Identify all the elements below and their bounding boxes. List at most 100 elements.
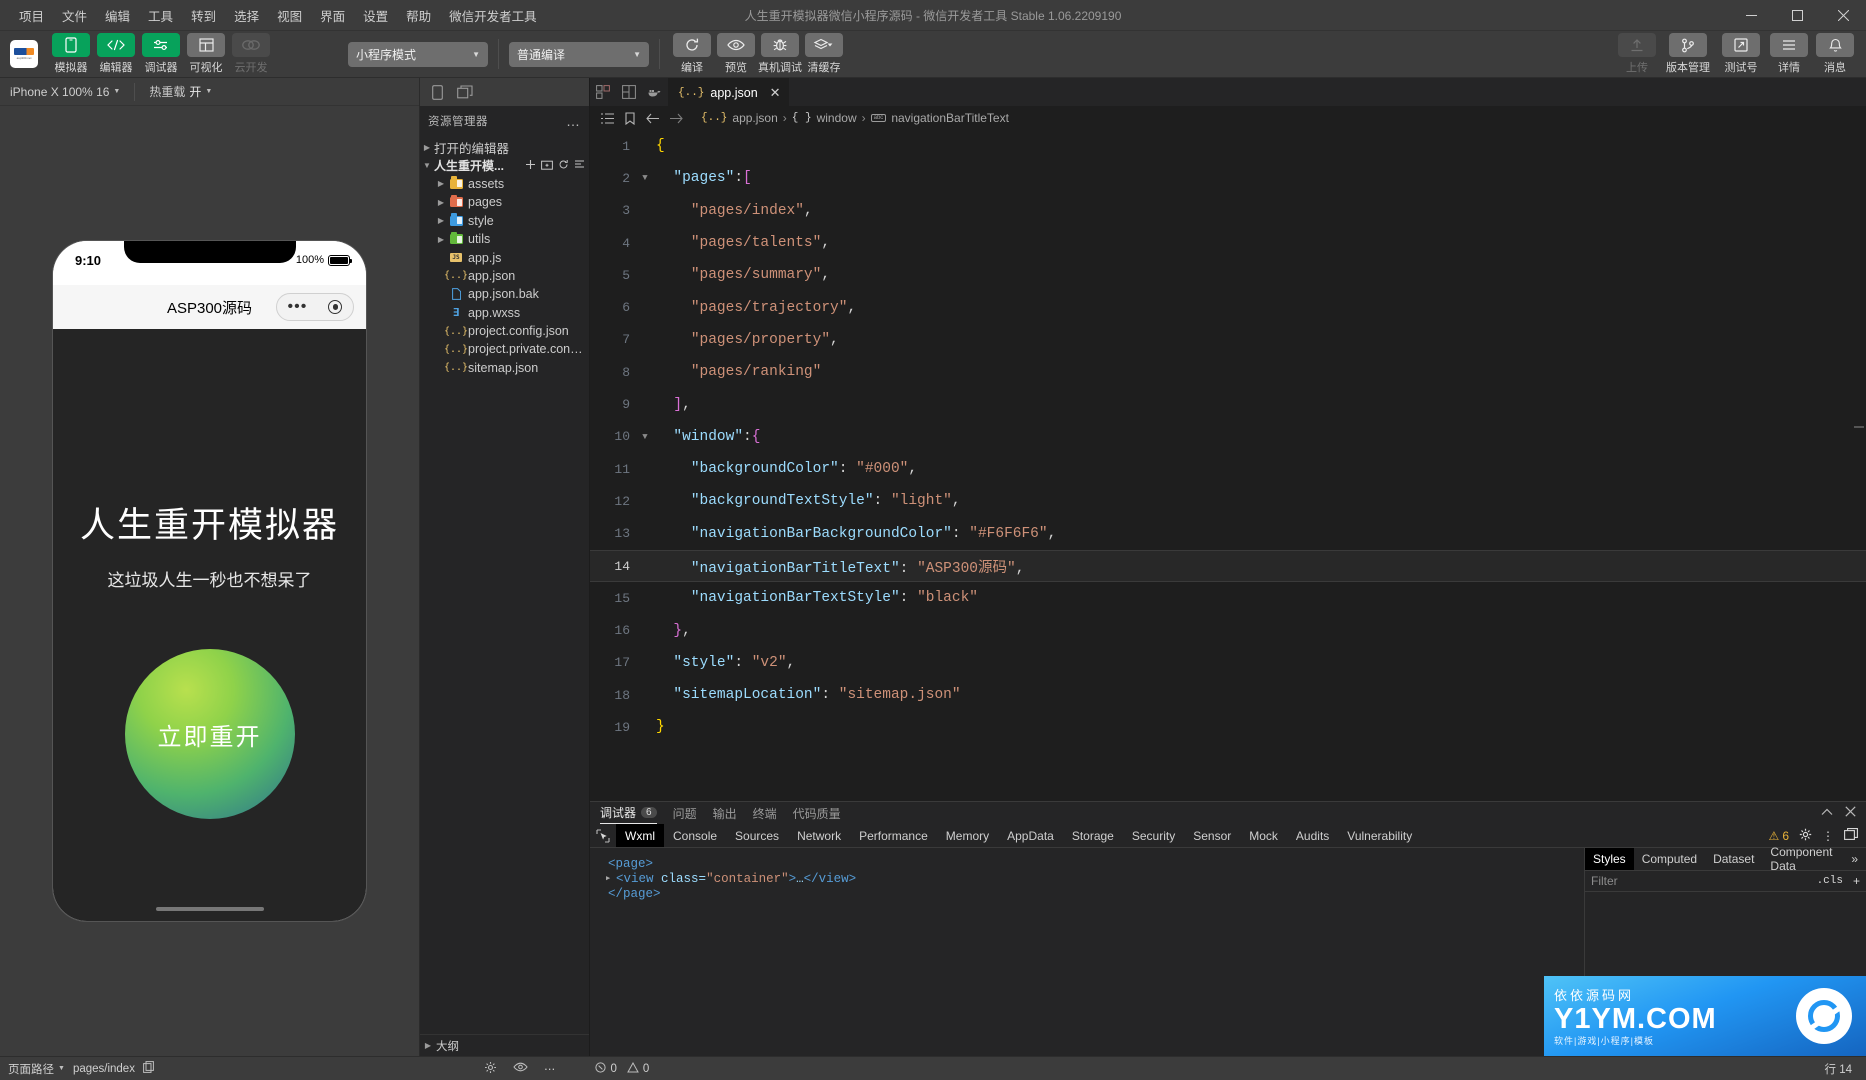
- add-style-rule-icon[interactable]: +: [1853, 874, 1860, 888]
- devtools-tab-mock[interactable]: Mock: [1240, 824, 1287, 847]
- code-line[interactable]: 17 "style": "v2",: [590, 647, 1866, 679]
- outline-list-icon[interactable]: [598, 112, 616, 124]
- devtools-tab-security[interactable]: Security: [1123, 824, 1184, 847]
- devtools-tab-sensor[interactable]: Sensor: [1184, 824, 1240, 847]
- styles-tab-component-data[interactable]: Component Data: [1762, 845, 1843, 873]
- status-more-icon[interactable]: ⋯: [544, 1062, 556, 1076]
- collapse-panel-icon[interactable]: [1821, 806, 1833, 820]
- code-line[interactable]: 5 "pages/summary",: [590, 259, 1866, 291]
- breadcrumb-item-property[interactable]: navigationBarTitleText: [891, 111, 1009, 125]
- toggle-editor-button[interactable]: 编辑器: [95, 33, 137, 75]
- code-line[interactable]: 2 ▼ "pages":[: [590, 162, 1866, 194]
- wxml-node[interactable]: ▶ <view class="container">…</view>: [598, 871, 1584, 886]
- menu-item-help[interactable]: 帮助: [397, 2, 440, 29]
- code-line[interactable]: 13 "navigationBarBackgroundColor": "#F6F…: [590, 518, 1866, 550]
- minimize-button[interactable]: [1728, 0, 1774, 31]
- devtools-tab-storage[interactable]: Storage: [1063, 824, 1123, 847]
- split-windows-icon[interactable]: [452, 79, 478, 105]
- file-tree-item[interactable]: app.json.bak: [420, 285, 589, 303]
- code-line[interactable]: 10 ▼ "window":{: [590, 421, 1866, 453]
- fold-toggle-icon[interactable]: ▼: [638, 173, 652, 183]
- devtools-settings-icon[interactable]: [1799, 828, 1812, 844]
- hot-reload-select[interactable]: 热重载 开 ▼: [149, 83, 226, 100]
- code-line[interactable]: 9 ],: [590, 388, 1866, 420]
- code-line[interactable]: 12 "backgroundTextStyle": "light",: [590, 485, 1866, 517]
- restart-button[interactable]: 立即重开: [124, 649, 295, 819]
- fold-toggle-icon[interactable]: ▼: [638, 432, 652, 442]
- error-count-item[interactable]: 0: [595, 1061, 617, 1076]
- menu-item-edit[interactable]: 编辑: [96, 2, 139, 29]
- navigate-back-icon[interactable]: [644, 113, 662, 124]
- upload-button[interactable]: 上传: [1616, 33, 1658, 75]
- breadcrumb-item-window[interactable]: window: [817, 111, 857, 125]
- docker-icon[interactable]: [642, 78, 668, 106]
- warning-count-item[interactable]: 0: [627, 1061, 649, 1076]
- breadcrumb-item-file[interactable]: app.json: [732, 111, 777, 125]
- new-folder-icon[interactable]: [541, 159, 553, 173]
- mode-select[interactable]: 小程序模式 ▼: [348, 41, 488, 67]
- menu-item-file[interactable]: 文件: [53, 2, 96, 29]
- section-open-editors[interactable]: ▶ 打开的编辑器: [420, 138, 589, 156]
- inspect-element-icon[interactable]: [590, 824, 616, 847]
- device-select[interactable]: iPhone X 100% 16 ▼: [10, 85, 134, 99]
- wxml-tree[interactable]: <page> ▶ <view class="container">…</view> <…: [590, 848, 1584, 1056]
- menu-item-view[interactable]: 视图: [268, 2, 311, 29]
- code-editor[interactable]: 1{2 ▼ "pages":[3 "pages/index", 4 "pages/t…: [590, 130, 1866, 801]
- debugger-tab-terminal[interactable]: 终端: [753, 805, 777, 822]
- details-button[interactable]: 详情: [1768, 33, 1810, 75]
- toggle-debugger-button[interactable]: 调试器: [140, 33, 182, 75]
- devtools-tab-network[interactable]: Network: [788, 824, 850, 847]
- file-tree-item[interactable]: {..} project.config.json: [420, 322, 589, 340]
- styles-filter-input[interactable]: Filter: [1591, 874, 1618, 888]
- compile-button[interactable]: 编译: [670, 33, 714, 75]
- menu-item-project[interactable]: 项目: [10, 2, 53, 29]
- code-line[interactable]: 14 "navigationBarTitleText": "ASP300源码",: [590, 549, 1866, 583]
- copy-path-icon[interactable]: [143, 1061, 154, 1076]
- wxml-node[interactable]: </page>: [598, 886, 1584, 901]
- code-line[interactable]: 7 "pages/property",: [590, 324, 1866, 356]
- code-line[interactable]: 1{: [590, 130, 1866, 162]
- status-diagnostics[interactable]: 0 0: [595, 1061, 649, 1076]
- code-line[interactable]: 4 "pages/talents",: [590, 227, 1866, 259]
- menu-item-tools[interactable]: 工具: [139, 2, 182, 29]
- toggle-visual-button[interactable]: 可视化: [185, 33, 227, 75]
- real-device-debug-button[interactable]: 真机调试: [758, 33, 802, 75]
- maximize-button[interactable]: [1774, 0, 1820, 31]
- code-line[interactable]: 16 },: [590, 614, 1866, 646]
- navigate-forward-icon[interactable]: [667, 113, 685, 124]
- devtools-tab-performance[interactable]: Performance: [850, 824, 937, 847]
- cls-toggle[interactable]: .cls: [1817, 875, 1843, 887]
- styles-tab-computed[interactable]: Computed: [1634, 848, 1705, 870]
- debugger-tab-debugger[interactable]: 调试器 6: [600, 802, 657, 824]
- devtools-tab-audits[interactable]: Audits: [1287, 824, 1338, 847]
- debugger-tab-problems[interactable]: 问题: [673, 805, 697, 822]
- chevron-right-icon[interactable]: ▶: [606, 874, 616, 883]
- devtools-more-icon[interactable]: ⋮: [1822, 829, 1834, 843]
- cursor-position[interactable]: 行 14: [1825, 1061, 1866, 1077]
- devtools-tab-memory[interactable]: Memory: [937, 824, 998, 847]
- dock-side-icon[interactable]: [1844, 828, 1858, 843]
- file-tree-item[interactable]: ▶ pages: [420, 193, 589, 211]
- wxml-node[interactable]: <page>: [598, 856, 1584, 871]
- menu-item-select[interactable]: 选择: [225, 2, 268, 29]
- file-tree-item[interactable]: ▶ utils: [420, 230, 589, 248]
- capsule-button[interactable]: •••: [276, 293, 354, 321]
- debugger-tab-code-quality[interactable]: 代码质量: [793, 805, 841, 822]
- device-settings-icon[interactable]: [484, 1061, 497, 1077]
- components-icon[interactable]: [590, 78, 616, 106]
- close-button[interactable]: [1820, 0, 1866, 31]
- file-tree-item[interactable]: ∃ app.wxss: [420, 304, 589, 322]
- refresh-explorer-icon[interactable]: [558, 159, 569, 173]
- clear-cache-button[interactable]: 清缓存: [802, 33, 846, 75]
- menu-item-settings[interactable]: 设置: [354, 2, 397, 29]
- devtools-tab-console[interactable]: Console: [664, 824, 726, 847]
- code-line[interactable]: 3 "pages/index",: [590, 195, 1866, 227]
- collapse-all-icon[interactable]: [574, 159, 585, 173]
- menu-item-goto[interactable]: 转到: [182, 2, 225, 29]
- preview-eye-icon[interactable]: [513, 1062, 528, 1075]
- file-tree-item[interactable]: {..} app.json: [420, 267, 589, 285]
- code-line[interactable]: 19}: [590, 711, 1866, 743]
- file-tree-item[interactable]: {..}project.private.config.js...: [420, 340, 589, 358]
- code-line[interactable]: 11 "backgroundColor": "#000",: [590, 453, 1866, 485]
- new-file-icon[interactable]: [525, 159, 536, 173]
